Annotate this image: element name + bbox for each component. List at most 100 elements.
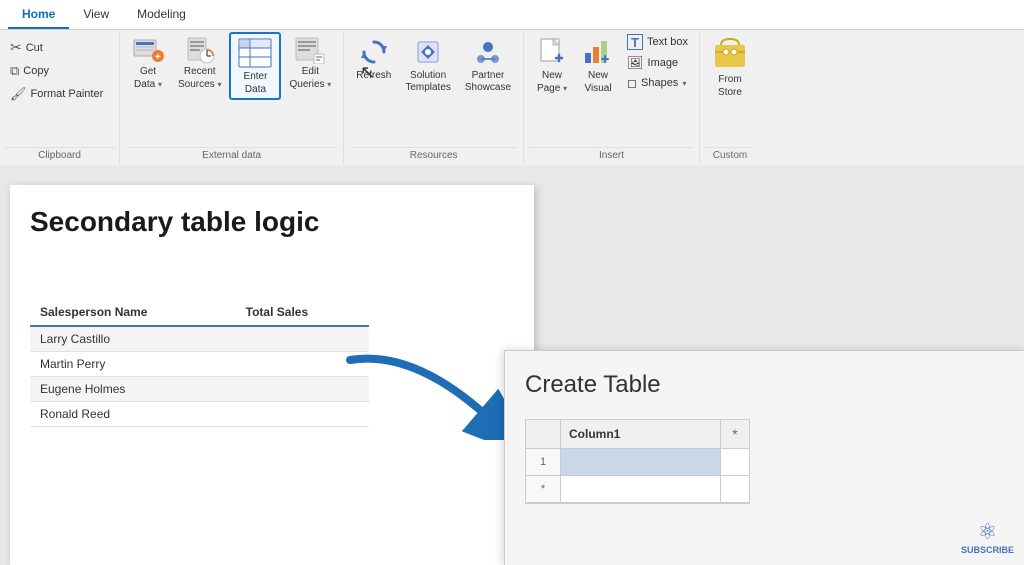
insert-small-group: T Text box 🖼 Image ◻ Shapes ▾ <box>622 32 693 92</box>
ribbon-content-area: ✂ Cut ⧉ Copy 🖌 Format Painter Clipboard <box>0 30 1024 165</box>
insert-group: New Page ▾ New Visu <box>524 30 700 165</box>
format-painter-icon: 🖌 <box>10 86 27 102</box>
resources-items: Refresh SolutionTemplates <box>350 32 517 147</box>
text-box-icon: T <box>627 34 643 50</box>
shapes-icon: ◻ <box>627 76 637 90</box>
recent-sources-label: Recent <box>184 66 216 77</box>
solution-templates-label: SolutionTemplates <box>405 70 451 94</box>
refresh-button[interactable]: Refresh <box>350 32 397 85</box>
custom-group: From Store Custom <box>700 30 760 165</box>
svg-text:+: + <box>155 52 161 63</box>
grid-row-num-star: * <box>526 476 561 502</box>
text-box-label: Text box <box>647 36 688 48</box>
get-data-label: Get <box>140 66 156 77</box>
col-header-salesperson: Salesperson Name <box>30 299 236 326</box>
custom-group-label: Custom <box>706 147 754 163</box>
clipboard-group: ✂ Cut ⧉ Copy 🖌 Format Painter Clipboard <box>0 30 120 165</box>
grid-cell-1-1[interactable] <box>561 449 721 475</box>
grid-data-row-1: 1 <box>526 449 749 476</box>
edit-queries-label: Edit <box>302 66 319 77</box>
recent-sources-icon <box>184 36 216 64</box>
external-data-group: + Get Data ▾ <box>120 30 344 165</box>
grid-new-row: * <box>526 476 749 503</box>
new-visual-icon <box>582 36 614 68</box>
external-data-items: + Get Data ▾ <box>126 32 337 147</box>
partner-showcase-button[interactable]: PartnerShowcase <box>459 32 517 98</box>
salesperson-cell: Larry Castillo <box>30 326 236 352</box>
create-table-grid: Column1 * 1 * <box>525 419 750 504</box>
new-visual-label: New <box>588 70 608 81</box>
ribbon: Home View Modeling ✂ Cut ⧉ Copy 🖌 Format… <box>0 0 1024 165</box>
clipboard-group-label: Clipboard <box>4 147 115 163</box>
resources-group-label: Resources <box>350 147 517 163</box>
shapes-button[interactable]: ◻ Shapes ▾ <box>622 74 693 92</box>
refresh-icon <box>358 36 390 68</box>
grid-header-row: Column1 * <box>526 420 749 449</box>
grid-add-col-button[interactable]: * <box>721 420 749 448</box>
recent-sources-button[interactable]: Recent Sources ▾ <box>172 32 227 94</box>
format-painter-button[interactable]: 🖌 Format Painter <box>4 83 115 105</box>
solution-templates-button[interactable]: SolutionTemplates <box>399 32 457 98</box>
table-row: Larry Castillo <box>30 326 369 352</box>
grid-row-num-header <box>526 420 561 448</box>
data-table: Salesperson Name Total Sales Larry Casti… <box>30 299 369 427</box>
main-content: Secondary table logic Salesperson Name T… <box>0 165 1024 565</box>
subscribe-badge: ⚛ SUBSCRIBE <box>961 519 1014 555</box>
grid-cell-star-end <box>721 476 749 502</box>
salesperson-cell: Eugene Holmes <box>30 376 236 401</box>
table-row: Eugene Holmes <box>30 376 369 401</box>
new-page-label: New <box>542 70 562 81</box>
solution-templates-icon <box>412 36 444 68</box>
grid-col-header-col1[interactable]: Column1 <box>561 420 721 448</box>
dna-icon: ⚛ <box>961 519 1014 545</box>
create-table-dialog: Create Table Column1 * 1 * ⚛ <box>504 350 1024 565</box>
sales-cell <box>236 376 369 401</box>
table-row: Ronald Reed <box>30 401 369 426</box>
new-page-button[interactable]: New Page ▾ <box>530 32 574 98</box>
col-header-totalsales: Total Sales <box>236 299 369 326</box>
external-data-group-label: External data <box>126 147 337 163</box>
image-label: Image <box>648 57 679 69</box>
new-visual-button[interactable]: New Visual <box>576 32 620 98</box>
tab-home[interactable]: Home <box>8 1 69 29</box>
cut-label: Cut <box>26 42 43 54</box>
tab-modeling[interactable]: Modeling <box>123 1 200 29</box>
copy-button[interactable]: ⧉ Copy <box>4 60 115 82</box>
get-data-button[interactable]: + Get Data ▾ <box>126 32 170 94</box>
insert-group-label: Insert <box>530 147 693 163</box>
copy-label: Copy <box>23 65 49 77</box>
copy-icon: ⧉ <box>10 63 19 79</box>
page-title: Secondary table logic <box>30 205 514 239</box>
refresh-label: Refresh <box>356 70 391 81</box>
dialog-title: Create Table <box>525 371 1004 399</box>
text-box-button[interactable]: T Text box <box>622 32 693 52</box>
grid-cell-star-1[interactable] <box>561 476 721 502</box>
image-icon: 🖼 <box>627 55 644 71</box>
data-table-container: Salesperson Name Total Sales Larry Casti… <box>30 299 514 427</box>
resources-group: Refresh SolutionTemplates <box>344 30 524 165</box>
new-page-icon <box>536 36 568 68</box>
edit-queries-icon <box>294 36 326 64</box>
shapes-label: Shapes <box>641 77 678 89</box>
cut-icon: ✂ <box>10 39 22 56</box>
grid-cell-1-star <box>721 449 749 475</box>
enter-data-button[interactable]: Enter Data <box>229 32 281 100</box>
grid-row-num-1: 1 <box>526 449 561 475</box>
tab-view[interactable]: View <box>69 1 123 29</box>
salesperson-cell: Martin Perry <box>30 351 236 376</box>
format-painter-label: Format Painter <box>31 88 104 100</box>
insert-items: New Page ▾ New Visu <box>530 32 693 147</box>
from-store-button[interactable]: From Store <box>706 32 754 102</box>
subscribe-label: SUBSCRIBE <box>961 545 1014 555</box>
sales-cell <box>236 401 369 426</box>
sales-cell <box>236 351 369 376</box>
cut-button[interactable]: ✂ Cut <box>4 36 115 59</box>
salesperson-cell: Ronald Reed <box>30 401 236 426</box>
partner-showcase-icon <box>472 36 504 68</box>
from-store-icon <box>712 36 748 72</box>
image-button[interactable]: 🖼 Image <box>622 53 693 73</box>
sales-cell <box>236 326 369 352</box>
custom-items: From Store <box>706 32 754 147</box>
partner-showcase-label: PartnerShowcase <box>465 70 511 94</box>
edit-queries-button[interactable]: Edit Queries ▾ <box>283 32 337 94</box>
